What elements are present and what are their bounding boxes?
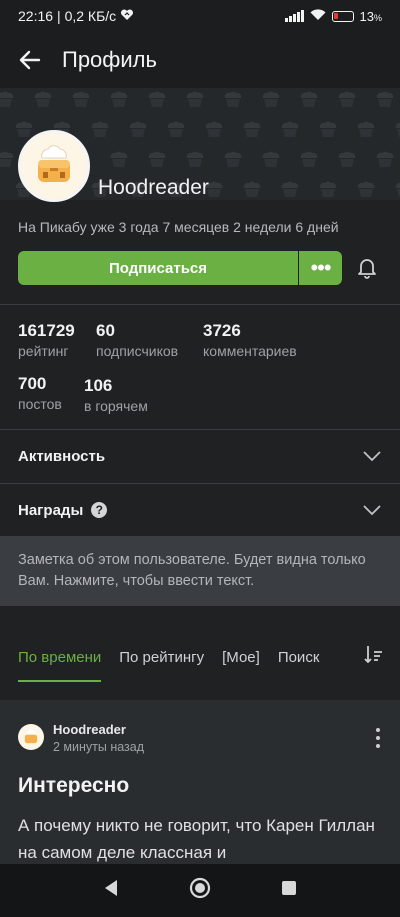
profile-header: Hoodreader На Пикабу уже 3 года 7 месяце… — [0, 88, 400, 304]
bell-icon[interactable] — [354, 255, 380, 281]
stat-label: в горячем — [84, 398, 148, 414]
stat-posts[interactable]: 700 постов — [18, 374, 62, 412]
tab-mine[interactable]: [Мое] — [222, 632, 260, 682]
avatar-image-icon — [38, 145, 70, 182]
tab-by-rating[interactable]: По рейтингу — [119, 632, 204, 682]
divider — [0, 304, 400, 305]
stat-value: 161729 — [18, 321, 75, 340]
post-time: 2 минуты назад — [53, 740, 145, 754]
wifi-icon — [310, 8, 326, 24]
stat-label: подписчиков — [96, 343, 179, 359]
stat-label: постов — [18, 396, 62, 412]
stat-comments[interactable]: 3726 комментариев — [203, 321, 297, 359]
home-circle-icon[interactable] — [189, 877, 211, 904]
stat-rating[interactable]: 161729 рейтинг — [18, 321, 75, 359]
sort-icon[interactable] — [362, 644, 384, 666]
stat-label: комментариев — [203, 343, 297, 359]
subscribe-button[interactable]: Подписаться — [18, 251, 298, 285]
heart-icon — [120, 8, 134, 24]
status-time: 22:16 — [18, 8, 54, 24]
member-since: На Пикабу уже 3 года 7 месяцев 2 недели … — [18, 219, 339, 235]
stat-value: 60 — [96, 321, 115, 340]
stat-value: 3726 — [203, 321, 241, 340]
status-right: 13% — [284, 8, 382, 24]
back-triangle-icon[interactable] — [103, 879, 119, 902]
battery-percent: 13% — [359, 8, 382, 24]
app-bar: Профиль — [0, 32, 400, 88]
section-title: Награды — [18, 501, 84, 519]
avatar[interactable] — [18, 130, 90, 202]
chevron-down-icon — [362, 500, 382, 520]
tab-by-time[interactable]: По времени — [18, 632, 102, 682]
stat-hot[interactable]: 106 в горячем — [84, 376, 148, 414]
more-options-button[interactable]: ••• — [299, 251, 342, 285]
post-body[interactable]: А почему никто не говорит, что Карен Гил… — [18, 812, 378, 866]
avatar[interactable] — [18, 724, 44, 750]
status-bar: 22:16 | 0,2 КБ/с 13% — [0, 0, 400, 32]
stat-value: 106 — [84, 376, 113, 395]
stat-subscribers[interactable]: 60 подписчиков — [96, 321, 178, 359]
tab-search[interactable]: Поиск — [278, 632, 320, 682]
section-title: Активность — [18, 447, 106, 465]
recents-square-icon[interactable] — [281, 880, 297, 901]
awards-section[interactable]: Награды ? — [0, 483, 400, 537]
page-title: Профиль — [62, 47, 157, 72]
stat-value: 700 — [18, 374, 47, 393]
battery-icon — [331, 10, 354, 22]
status-speed: | 0,2 КБ/с — [57, 8, 117, 24]
help-icon[interactable]: ? — [91, 502, 108, 518]
system-nav-bar — [0, 864, 400, 917]
post-title[interactable]: Интересно — [18, 774, 129, 798]
post-author[interactable]: Hoodreader — [53, 722, 126, 737]
stat-label: рейтинг — [18, 343, 69, 359]
activity-section[interactable]: Активность — [0, 429, 400, 483]
signal-icon — [284, 10, 304, 22]
user-note-field[interactable]: Заметка об этом пользователе. Будет видн… — [0, 536, 400, 606]
status-left: 22:16 | 0,2 КБ/с — [18, 8, 134, 24]
arrow-left-icon[interactable] — [14, 44, 46, 76]
username: Hoodreader — [98, 176, 209, 199]
post-sort-tabs: По времени По рейтингу [Мое] Поиск — [0, 632, 400, 682]
chevron-down-icon — [362, 446, 382, 466]
kebab-menu-icon[interactable] — [374, 728, 382, 748]
